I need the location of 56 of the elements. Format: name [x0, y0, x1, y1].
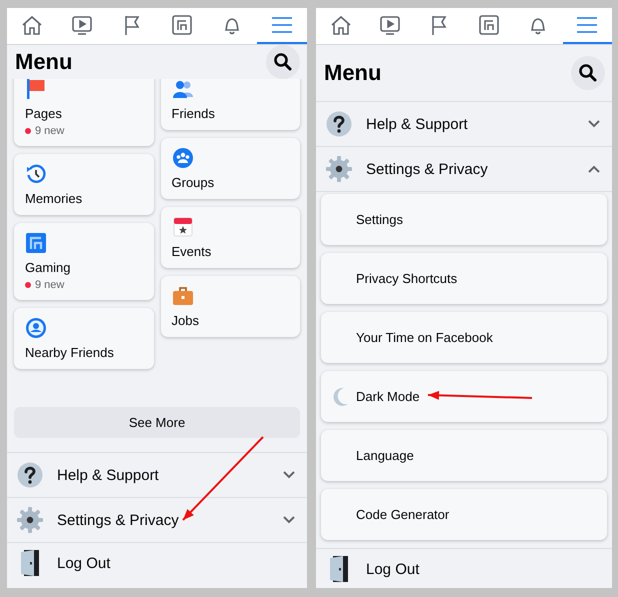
- gear-icon: [17, 507, 43, 533]
- shortcut-card[interactable]: Friends: [160, 79, 300, 130]
- search-button[interactable]: [571, 56, 605, 90]
- groups-icon: [172, 147, 194, 169]
- help-icon: [17, 462, 43, 488]
- home-icon: [328, 14, 353, 36]
- help-icon: [326, 111, 352, 137]
- shortcut-card[interactable]: Events: [160, 207, 300, 268]
- flag-icon: [25, 79, 47, 100]
- settings-item[interactable]: Language: [321, 430, 607, 481]
- see-more-button[interactable]: See More: [14, 407, 300, 438]
- shortcut-card[interactable]: Gaming 9 new: [14, 223, 154, 300]
- menu-icon: [575, 14, 600, 36]
- settings-item[interactable]: Privacy Shortcuts: [321, 253, 607, 304]
- chevron-icon: [588, 165, 600, 173]
- search-button[interactable]: [266, 45, 300, 79]
- briefcase-icon: [172, 285, 194, 307]
- settings-item[interactable]: Settings: [321, 194, 607, 245]
- friends-icon: [172, 79, 194, 100]
- chevron-icon: [283, 516, 295, 524]
- shortcut-card[interactable]: Jobs: [160, 276, 300, 337]
- log-out-row[interactable]: Log Out: [316, 549, 612, 588]
- new-count: 9 new: [25, 279, 64, 291]
- video-icon: [70, 14, 94, 36]
- new-count: 9 new: [25, 125, 64, 137]
- shortcut-card[interactable]: Memories: [14, 154, 154, 215]
- door-icon: [19, 549, 41, 577]
- shortcut-card[interactable]: Groups: [160, 138, 300, 199]
- shortcut-card[interactable]: Pages 9 new: [14, 79, 154, 146]
- menu-section-row[interactable]: Help & Support: [316, 102, 612, 147]
- menu-section-row[interactable]: Settings & Privacy: [7, 498, 307, 543]
- video-icon: [378, 14, 402, 36]
- menu-title: Menu: [324, 60, 382, 86]
- settings-item[interactable]: Dark Mode: [321, 371, 607, 422]
- gear-icon: [326, 156, 352, 182]
- clock-icon: [25, 163, 47, 185]
- home-icon: [20, 14, 44, 36]
- settings-item[interactable]: Code Generator: [321, 489, 607, 540]
- log-out-row[interactable]: Log Out: [7, 543, 307, 583]
- calendar-icon: [172, 216, 194, 238]
- search-icon: [273, 52, 293, 72]
- chevron-icon: [588, 120, 600, 128]
- shortcut-card[interactable]: Nearby Friends: [14, 308, 154, 369]
- menu-icon: [270, 14, 294, 36]
- menu-title: Menu: [15, 49, 72, 75]
- gaming-icon: [476, 14, 501, 36]
- gaming-icon: [25, 232, 47, 254]
- menu-section-row[interactable]: Settings & Privacy: [316, 147, 612, 192]
- gaming-icon: [170, 14, 194, 36]
- search-icon: [578, 63, 598, 83]
- menu-section-row[interactable]: Help & Support: [7, 453, 307, 498]
- moon-icon: [331, 387, 349, 407]
- location-icon: [25, 317, 47, 339]
- settings-item[interactable]: Your Time on Facebook: [321, 312, 607, 363]
- door-icon: [328, 555, 350, 583]
- chevron-icon: [283, 471, 295, 479]
